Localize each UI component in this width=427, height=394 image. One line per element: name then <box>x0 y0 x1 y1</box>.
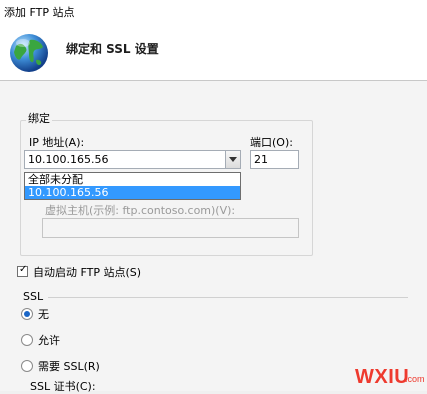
ip-address-combobox[interactable]: 10.100.165.56 <box>24 150 241 169</box>
ssl-section-label: SSL <box>23 290 44 303</box>
ip-address-label: IP 地址(A): <box>29 136 85 149</box>
page-title: 绑定和 SSL 设置 <box>66 42 159 56</box>
wizard-header: 绑定和 SSL 设置 <box>0 22 427 81</box>
port-label: 端口(O): <box>250 136 293 149</box>
watermark-logo: WXIU <box>355 366 410 388</box>
window-title: 添加 FTP 站点 <box>4 6 75 19</box>
ssl-require-label: 需要 SSL(R) <box>38 360 100 373</box>
ip-address-dropdown-list: 全部未分配 10.100.165.56 <box>24 172 241 200</box>
auto-start-checkbox[interactable]: ✓ <box>17 264 28 277</box>
radio-selected-dot <box>24 311 30 317</box>
virtual-host-label: 虚拟主机(示例: ftp.contoso.com)(V): <box>45 204 236 217</box>
ssl-none-radio[interactable] <box>21 308 33 320</box>
auto-start-label: 自动启动 FTP 站点(S) <box>33 266 142 279</box>
ip-option-selected[interactable]: 10.100.165.56 <box>25 186 240 199</box>
virtual-host-input[interactable] <box>42 218 299 238</box>
ip-address-value: 10.100.165.56 <box>28 153 109 166</box>
globe-icon <box>10 34 48 72</box>
ssl-allow-radio[interactable] <box>21 334 33 346</box>
checkmark-icon: ✓ <box>19 264 28 275</box>
watermark-domain: .com <box>405 374 425 384</box>
ssl-allow-label: 允许 <box>38 334 60 347</box>
port-input[interactable]: 21 <box>250 150 299 169</box>
ssl-divider <box>48 297 408 298</box>
ssl-certificate-label: SSL 证书(C): <box>30 380 96 393</box>
ip-option-all-unassigned[interactable]: 全部未分配 <box>25 173 240 186</box>
ssl-none-label: 无 <box>38 308 49 321</box>
title-bar: 添加 FTP 站点 <box>0 0 427 23</box>
ssl-require-radio[interactable] <box>21 360 33 372</box>
chevron-down-icon[interactable] <box>225 151 240 168</box>
binding-group-label: 绑定 <box>26 110 52 126</box>
